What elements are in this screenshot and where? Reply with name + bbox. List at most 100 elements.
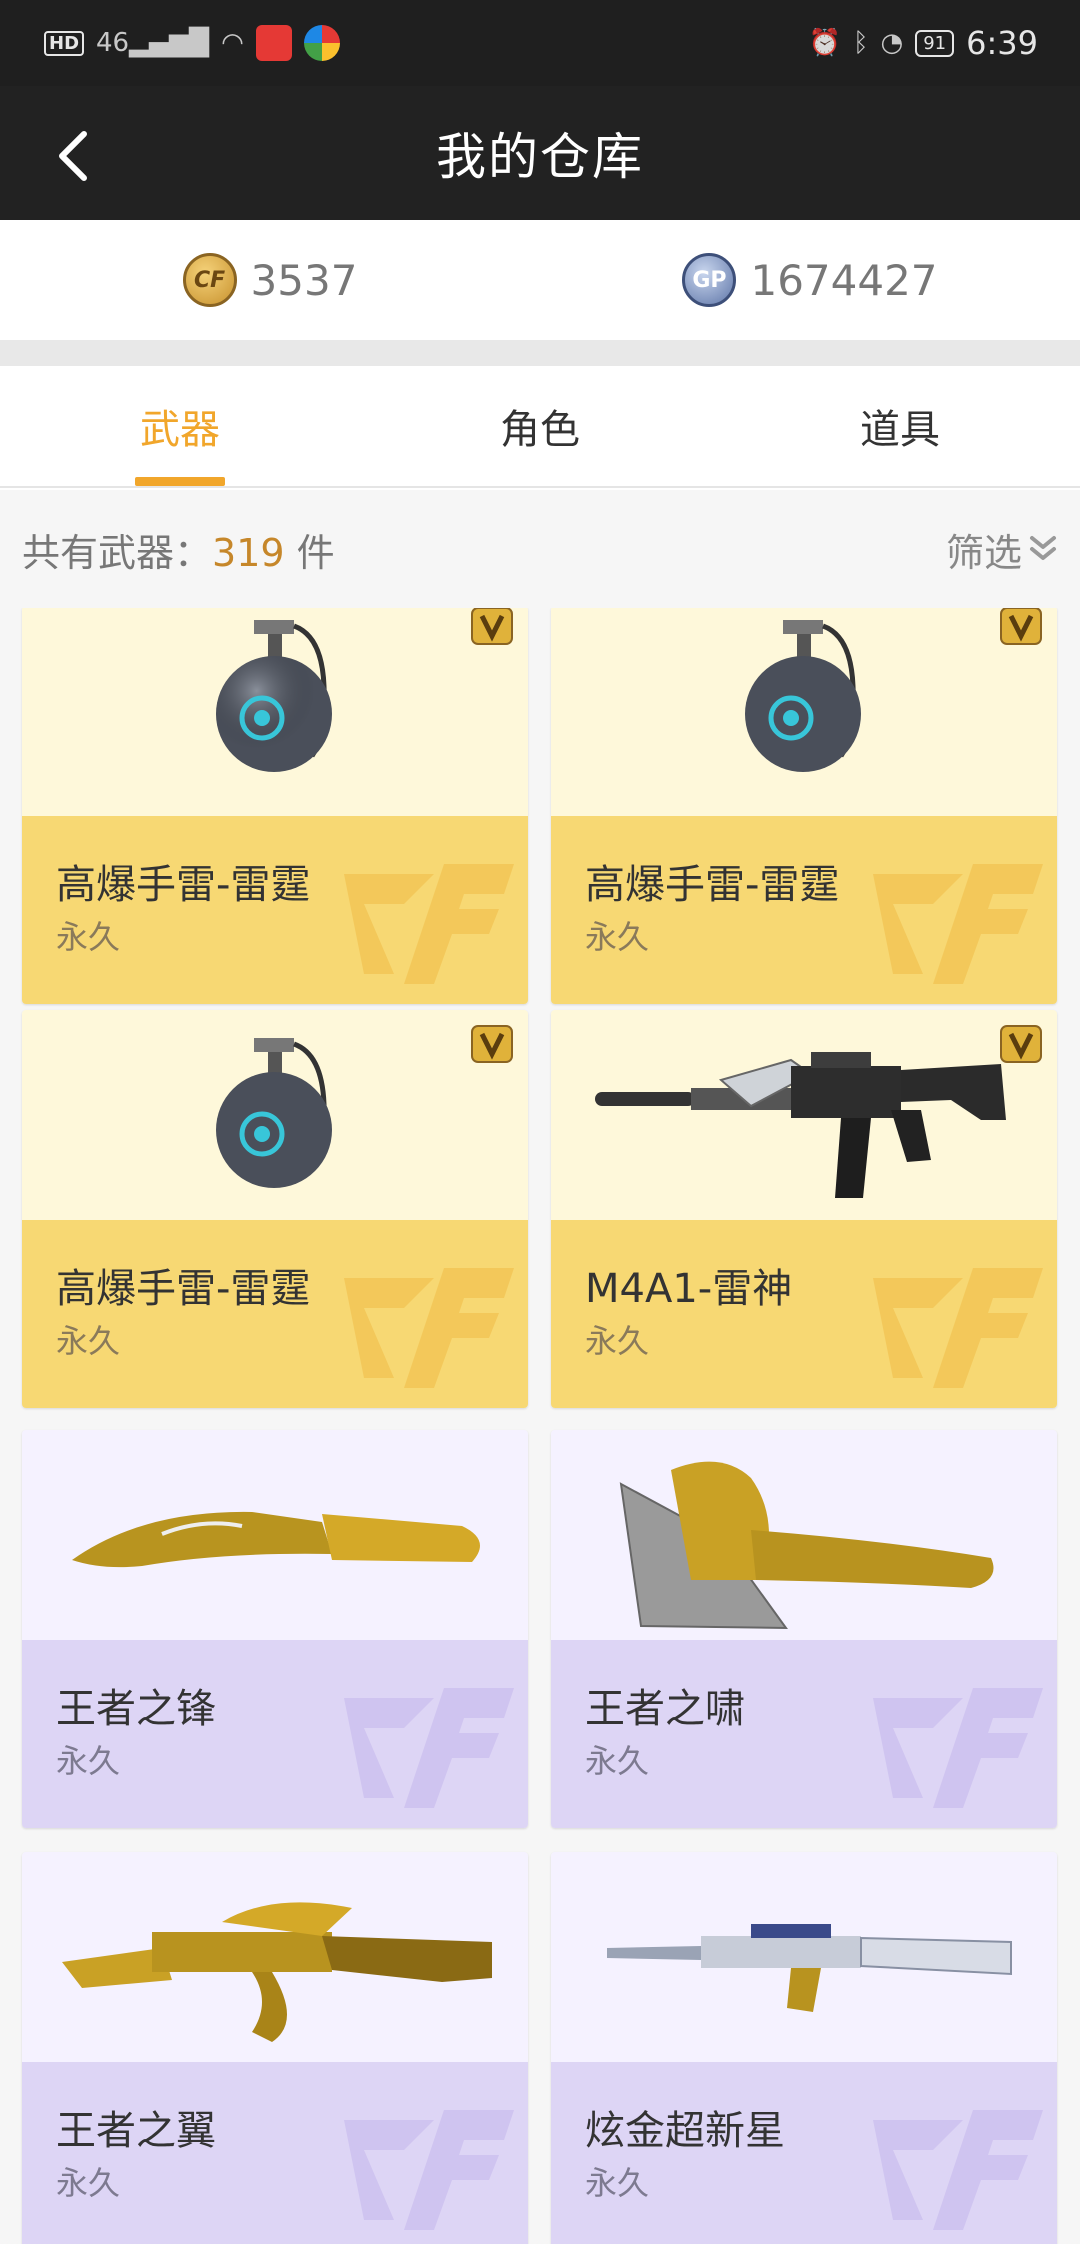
weapon-card[interactable]: 高爆手雷-雷霆 永久	[551, 608, 1057, 1004]
weapon-card[interactable]: 炫金超新星 永久	[551, 1852, 1057, 2244]
weapon-info: 王者之锋 永久	[22, 1640, 528, 1828]
alarm-icon: ⏰	[808, 28, 841, 58]
rifle-icon	[62, 1902, 492, 2042]
weapon-name: 王者之锋	[56, 1686, 216, 1732]
cf-watermark-icon	[344, 864, 514, 984]
grenade-icon	[216, 1038, 332, 1188]
count-prefix: 共有武器：	[22, 530, 213, 575]
weapon-duration: 永久	[56, 1322, 121, 1360]
weapon-info: 高爆手雷-雷霆 永久	[22, 1220, 528, 1408]
weapon-info: 高爆手雷-雷霆 永久	[22, 816, 528, 1004]
weapon-name: 高爆手雷-雷霆	[56, 1266, 311, 1312]
page-title: 我的仓库	[436, 128, 644, 186]
hd-icon: HD	[44, 30, 85, 56]
weapon-image-area	[22, 1852, 528, 2062]
cf-points: CF 3537	[0, 220, 540, 340]
gp-points: GP 1674427	[540, 220, 1080, 340]
weapon-card[interactable]: 王者之锋 永久	[22, 1430, 528, 1828]
cf-watermark-icon	[873, 1268, 1043, 1388]
vip-badge-icon	[1000, 1025, 1042, 1063]
weapon-name: 高爆手雷-雷霆	[585, 862, 840, 908]
weapon-duration: 永久	[56, 1742, 121, 1780]
status-right: ⏰ ᛒ ◔ 91 6:39	[809, 24, 1038, 62]
nav-bar: 我的仓库	[0, 86, 1080, 220]
weapon-image-area	[22, 1430, 528, 1640]
weapon-count: 共有武器：319 件	[22, 522, 335, 577]
double-chevron-down-icon	[1030, 536, 1056, 560]
currency-row: CF 3537 GP 1674427	[0, 220, 1080, 340]
weapon-name: M4A1-雷神	[585, 1266, 793, 1312]
weapon-image-area	[551, 1430, 1057, 1640]
count-number: 319	[212, 530, 285, 575]
filter-button[interactable]: 筛选	[946, 522, 1058, 577]
weapon-info: 炫金超新星 永久	[551, 2062, 1057, 2244]
back-icon[interactable]	[46, 126, 106, 186]
gp-coin-icon: GP	[682, 253, 737, 307]
rifle-icon	[595, 1052, 1006, 1198]
weapon-info: 王者之啸 永久	[551, 1640, 1057, 1828]
cf-watermark-icon	[344, 1268, 514, 1388]
cf-points-value: 3537	[250, 255, 358, 305]
axe-icon	[619, 1461, 994, 1630]
status-bar: HD 46▂▄▆█ ◠ ⏰ ᛒ ◔ 91 6:39	[0, 0, 1080, 86]
weapon-name: 王者之啸	[585, 1686, 745, 1732]
tab-label: 道具	[860, 407, 940, 453]
cf-coin-icon: CF	[182, 253, 237, 307]
grenade-icon	[216, 620, 332, 772]
vip-badge-icon	[471, 608, 513, 645]
clock: 6:39	[966, 24, 1038, 62]
tab-label: 角色	[500, 407, 580, 453]
tab-label: 武器	[140, 407, 220, 453]
weapon-card[interactable]: 高爆手雷-雷霆 永久	[22, 1010, 528, 1408]
tab-weapons[interactable]: 武器	[0, 366, 360, 486]
vip-badge-icon	[1000, 608, 1042, 645]
knife-icon	[72, 1511, 480, 1568]
grenade-icon	[745, 620, 861, 772]
rifle-icon	[607, 1924, 1012, 2012]
bluetooth-icon: ᛒ	[852, 28, 869, 58]
status-left: HD 46▂▄▆█ ◠	[44, 25, 340, 61]
summary-row: 共有武器：319 件 筛选	[0, 490, 1080, 608]
tab-items[interactable]: 道具	[720, 366, 1080, 486]
weapon-image-area	[551, 1852, 1057, 2062]
weapon-name: 王者之翼	[56, 2108, 216, 2154]
weapon-card[interactable]: 王者之翼 永久	[22, 1852, 528, 2244]
weapon-image-area	[551, 1010, 1057, 1220]
cf-watermark-icon	[344, 2110, 514, 2230]
weapon-name: 炫金超新星	[585, 2108, 785, 2154]
weapon-info: 王者之翼 永久	[22, 2062, 528, 2244]
signal-icon: 46▂▄▆█	[96, 28, 210, 58]
weapon-grid: 高爆手雷-雷霆 永久 高爆手雷-雷霆 永久 高爆手雷-雷霆 永久 M4A1-雷神…	[0, 608, 1080, 2244]
filter-label: 筛选	[945, 530, 1022, 575]
weapon-duration: 永久	[585, 1322, 650, 1360]
weapon-name: 高爆手雷-雷霆	[56, 862, 311, 908]
weapon-duration: 永久	[56, 2164, 121, 2202]
weapon-card[interactable]: 王者之啸 永久	[551, 1430, 1057, 1828]
vip-badge-icon	[471, 1025, 513, 1063]
weapon-duration: 永久	[585, 1742, 650, 1780]
weapon-duration: 永久	[585, 2164, 650, 2202]
weapon-info: M4A1-雷神 永久	[551, 1220, 1057, 1408]
weapon-duration: 永久	[585, 918, 650, 956]
weapon-image-area	[22, 608, 528, 816]
section-divider	[0, 340, 1080, 366]
count-suffix: 件	[284, 530, 335, 575]
gp-points-value: 1674427	[750, 255, 938, 305]
weapon-info: 高爆手雷-雷霆 永久	[551, 816, 1057, 1004]
active-tab-indicator	[135, 477, 225, 486]
cf-watermark-icon	[873, 864, 1043, 984]
cf-watermark-icon	[873, 2110, 1043, 2230]
wifi-icon: ◠	[221, 28, 244, 58]
cf-watermark-icon	[873, 1688, 1043, 1808]
speed-icon: ◔	[880, 28, 904, 58]
weapon-image-area	[551, 608, 1057, 816]
weapon-image-area	[22, 1010, 528, 1220]
tab-characters[interactable]: 角色	[360, 366, 720, 486]
cf-watermark-icon	[344, 1688, 514, 1808]
app-notification-icon	[255, 25, 292, 61]
weapon-card[interactable]: 高爆手雷-雷霆 永久	[22, 608, 528, 1004]
app-notification-icon-2	[303, 25, 340, 61]
weapon-duration: 永久	[56, 918, 121, 956]
category-tabs: 武器 角色 道具	[0, 366, 1080, 488]
weapon-card[interactable]: M4A1-雷神 永久	[551, 1010, 1057, 1408]
